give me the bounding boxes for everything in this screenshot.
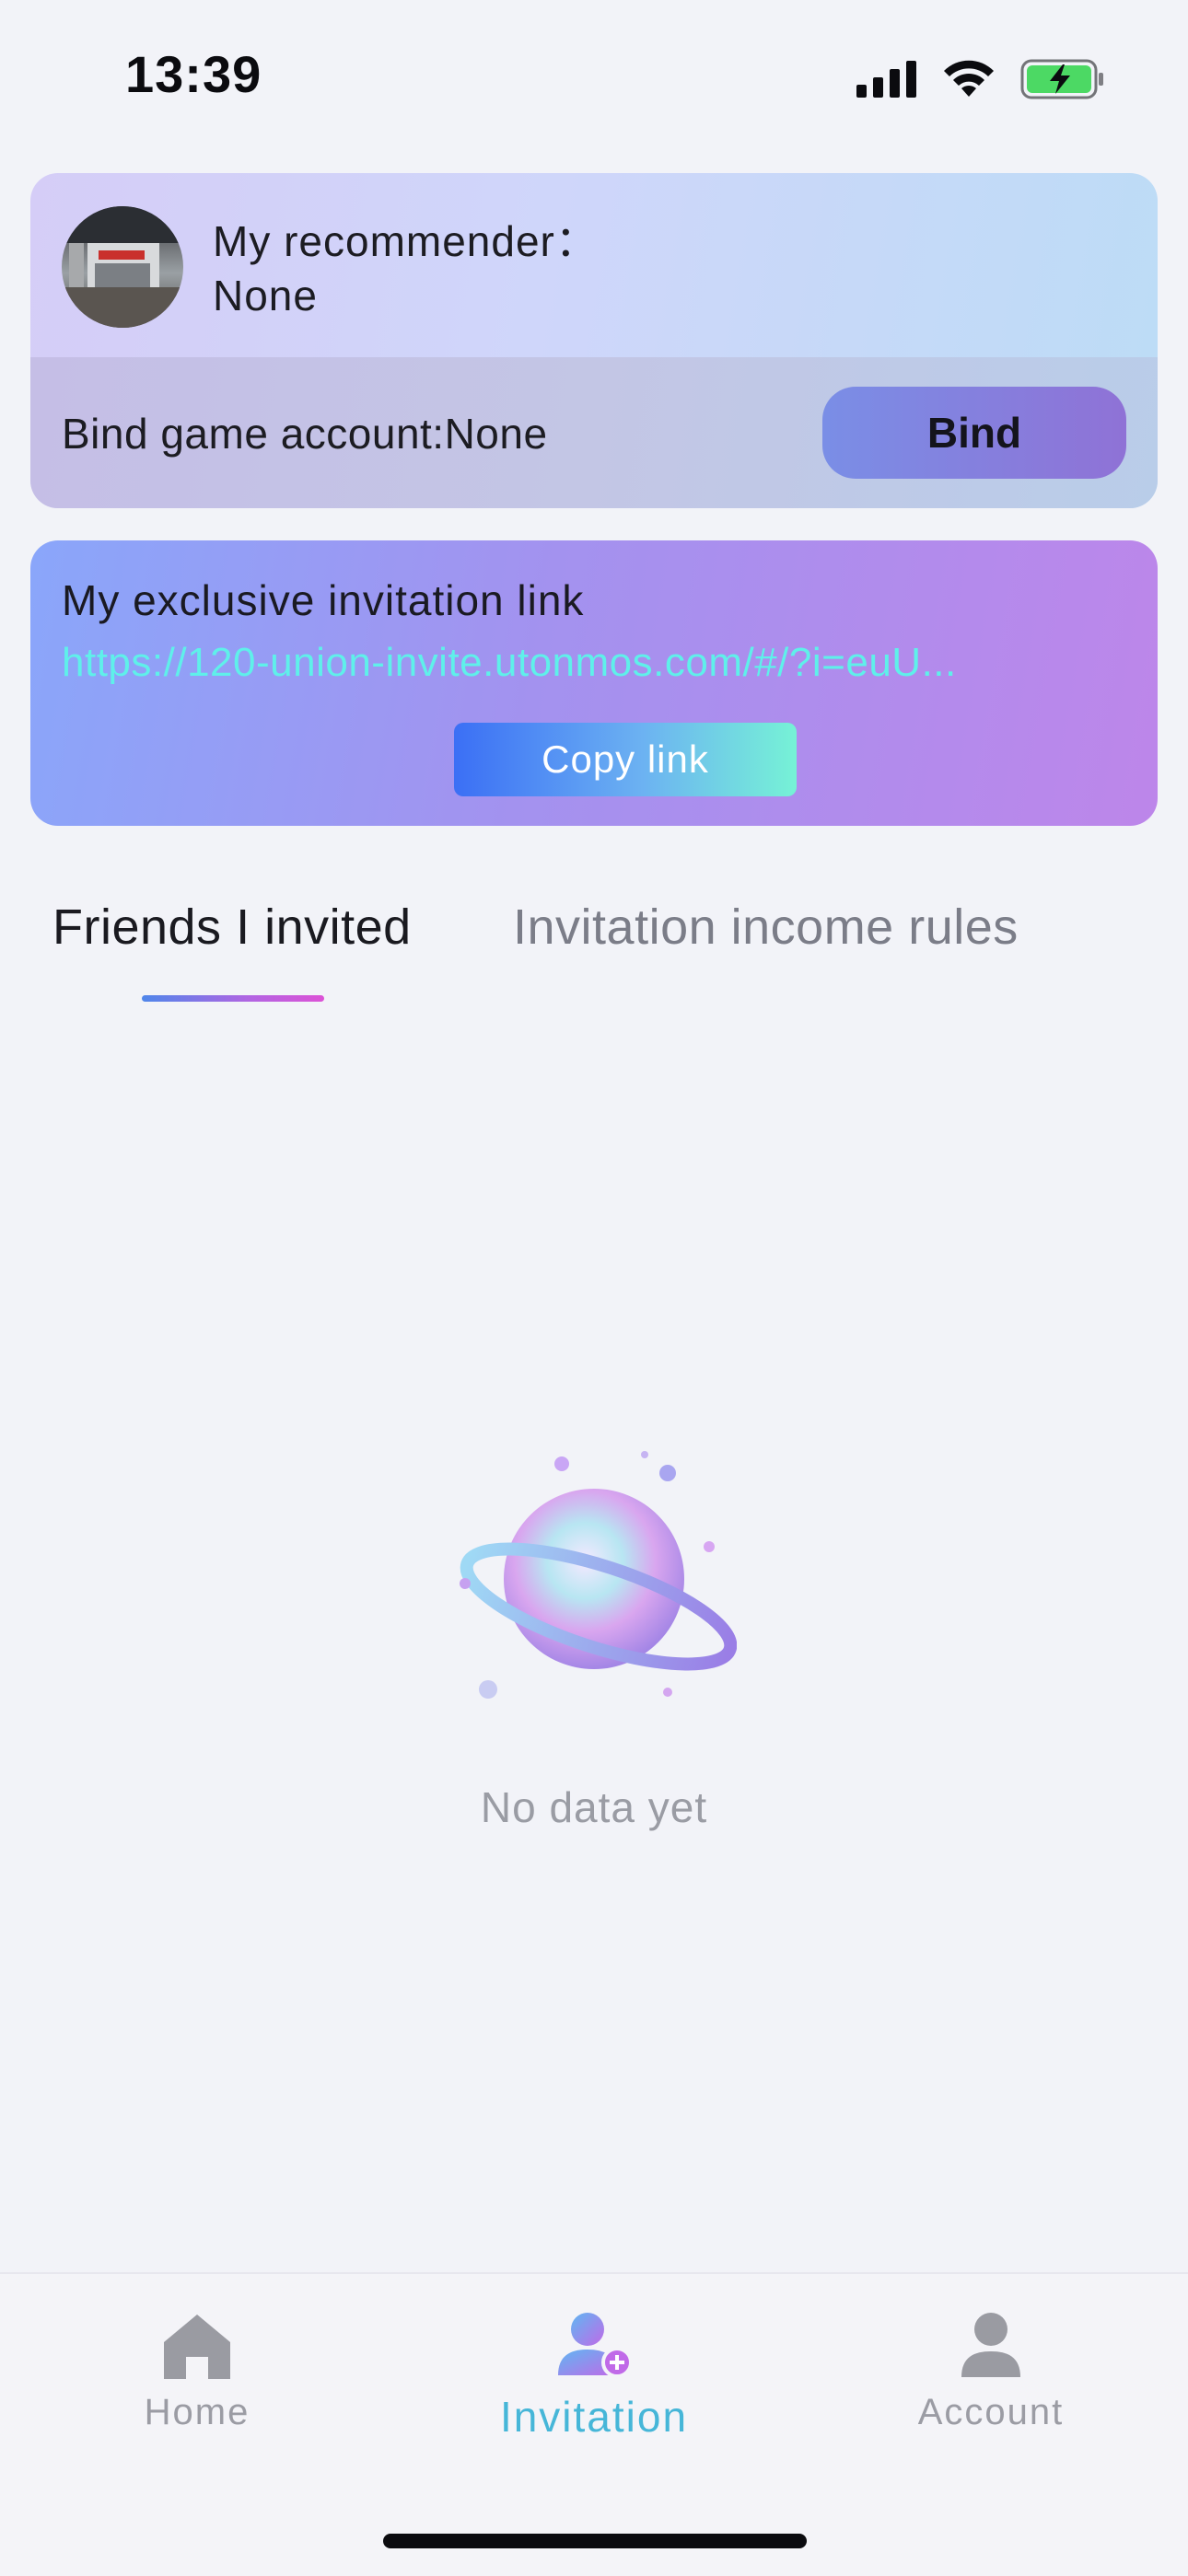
bind-account-label: Bind game account:None <box>62 410 548 458</box>
invitation-link-card: My exclusive invitation link https://120… <box>30 540 1158 826</box>
status-time: 13:39 <box>125 45 262 103</box>
home-icon <box>164 2315 230 2379</box>
nav-label-invitation: Invitation <box>499 2393 689 2441</box>
home-indicator[interactable] <box>383 2534 807 2548</box>
bottom-nav: Home Invitation Account <box>0 2272 1188 2576</box>
invitation-link-url[interactable]: https://120-union-invite.utonmos.com/#/?… <box>62 640 1112 686</box>
active-tab-indicator <box>142 995 324 1002</box>
recommender-card: My recommender： None Bind game account:N… <box>30 173 1158 508</box>
invitation-link-title: My exclusive invitation link <box>62 576 585 624</box>
copy-link-button[interactable]: Copy link <box>454 723 797 796</box>
avatar-photo <box>62 206 183 328</box>
tab-invitation-income-rules[interactable]: Invitation income rules <box>513 899 1019 956</box>
nav-item-invitation[interactable]: Invitation <box>456 2309 732 2442</box>
status-icons <box>856 59 1105 99</box>
recommender-label: My recommender： <box>213 217 599 265</box>
nav-label-home: Home <box>144 2392 250 2432</box>
wifi-icon <box>944 60 994 97</box>
invite-user-icon <box>558 2313 633 2378</box>
empty-state-text: No data yet <box>480 1783 708 1831</box>
tab-friends-invited[interactable]: Friends I invited <box>52 899 412 956</box>
recommender-value: None <box>213 272 318 319</box>
nav-label-account: Account <box>917 2392 1065 2432</box>
nav-item-account[interactable]: Account <box>853 2309 1129 2433</box>
planet-icon <box>460 1451 737 1699</box>
account-icon <box>961 2313 1020 2377</box>
nav-item-home[interactable]: Home <box>59 2309 335 2433</box>
bind-account-row: Bind game account:None Bind <box>30 357 1158 508</box>
avatar <box>62 206 183 328</box>
bind-button[interactable]: Bind <box>822 387 1126 479</box>
signal-icon <box>856 61 916 98</box>
battery-charging-icon <box>1020 59 1103 99</box>
